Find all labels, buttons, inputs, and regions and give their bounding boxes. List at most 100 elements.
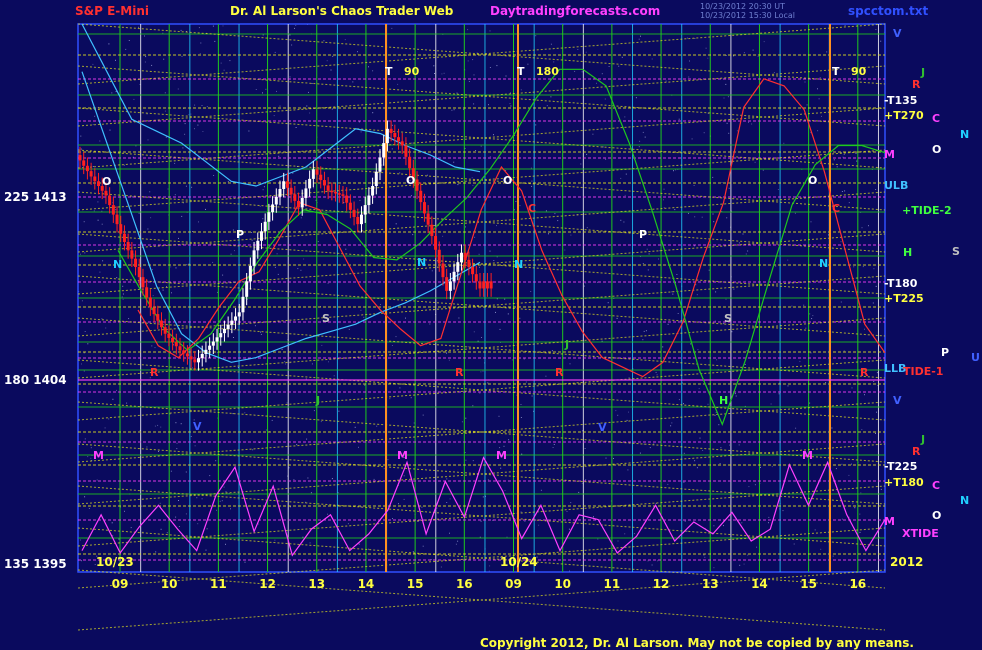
price-bar-body [382,143,386,158]
star-dot [688,212,689,214]
price-bar-body [393,133,397,138]
star-dot [184,123,186,125]
star-dot [573,320,575,322]
star-dot [832,555,834,557]
star-dot [274,539,276,541]
right-margin-label: O [932,143,941,156]
price-bar-body [434,236,438,250]
star-dot [868,225,869,227]
star-dot [713,567,715,569]
star-dot [376,425,378,427]
star-dot [524,520,526,522]
star-dot [229,60,231,62]
star-dot [123,164,125,166]
star-dot [489,156,491,158]
planet-letter: R [860,366,869,379]
star-dot [209,76,211,78]
star-dot [313,410,315,412]
star-dot [617,540,619,542]
price-bar-body [322,180,326,186]
planet-letter: R [150,366,159,379]
right-margin-label: C [932,479,940,492]
star-dot [359,199,361,201]
star-dot [725,298,727,300]
star-dot [683,452,685,454]
price-bar-body [359,214,363,225]
star-dot [586,153,588,155]
star-dot [84,438,86,440]
price-bar-body [122,233,126,243]
star-dot [535,35,537,37]
star-dot [205,549,207,551]
star-dot [743,563,745,565]
star-dot [613,458,614,459]
star-dot [678,399,680,401]
star-dot [701,216,703,218]
star-dot [719,463,721,465]
x-tick-label: 15 [800,577,817,591]
price-bar-body [156,314,160,321]
star-dot [723,97,725,99]
right-margin-label: R [912,78,921,91]
star-dot [777,189,779,190]
star-dot [686,37,688,39]
star-dot [107,374,109,376]
planet-letter: R [555,366,564,379]
star-dot [231,195,233,197]
star-dot [151,64,153,66]
star-dot [473,74,475,76]
star-dot [787,385,789,387]
star-dot [372,70,374,72]
star-dot [531,395,533,397]
star-dot [190,436,192,437]
star-dot [391,345,393,346]
star-dot [368,548,369,550]
star-dot [640,35,641,37]
price-bar-body [278,188,282,197]
star-dot [754,161,756,163]
price-bar-body [178,346,182,351]
price-bar-body [200,353,204,359]
star-dot [782,510,784,512]
star-dot [83,221,85,223]
star-dot [675,169,677,171]
star-dot [128,40,130,41]
star-dot [869,277,871,279]
price-bar-body [85,165,89,172]
star-dot [360,131,362,133]
star-dot [381,164,383,166]
star-dot [422,414,424,416]
star-dot [198,121,200,123]
price-bar-body [189,356,193,360]
star-dot [263,186,265,188]
y-axis-label: 180 1404 [4,373,67,387]
star-dot [177,88,179,90]
star-dot [844,25,846,26]
star-dot [451,109,453,111]
chart-title: S&P E-Mini [75,4,149,18]
star-dot [188,114,190,116]
star-dot [347,523,349,525]
star-dot [265,429,267,431]
star-dot [663,199,664,201]
star-dot [196,497,198,499]
star-dot [259,205,261,207]
star-dot [118,538,120,540]
star-dot [138,212,140,214]
star-dot [109,129,111,131]
star-dot [487,479,489,481]
site-link[interactable]: Daytradingforecasts.com [490,4,660,18]
star-dot [467,29,469,31]
star-dot [647,560,649,562]
star-dot [84,496,86,498]
star-dot [422,545,424,547]
star-dot [252,449,254,451]
star-dot [403,498,405,500]
star-dot [323,40,325,42]
planet-letter: N [819,257,828,270]
price-bar-body [126,242,130,251]
star-dot [552,447,554,448]
star-dot [531,180,533,182]
star-dot [276,90,277,92]
price-bar-body [367,195,371,206]
